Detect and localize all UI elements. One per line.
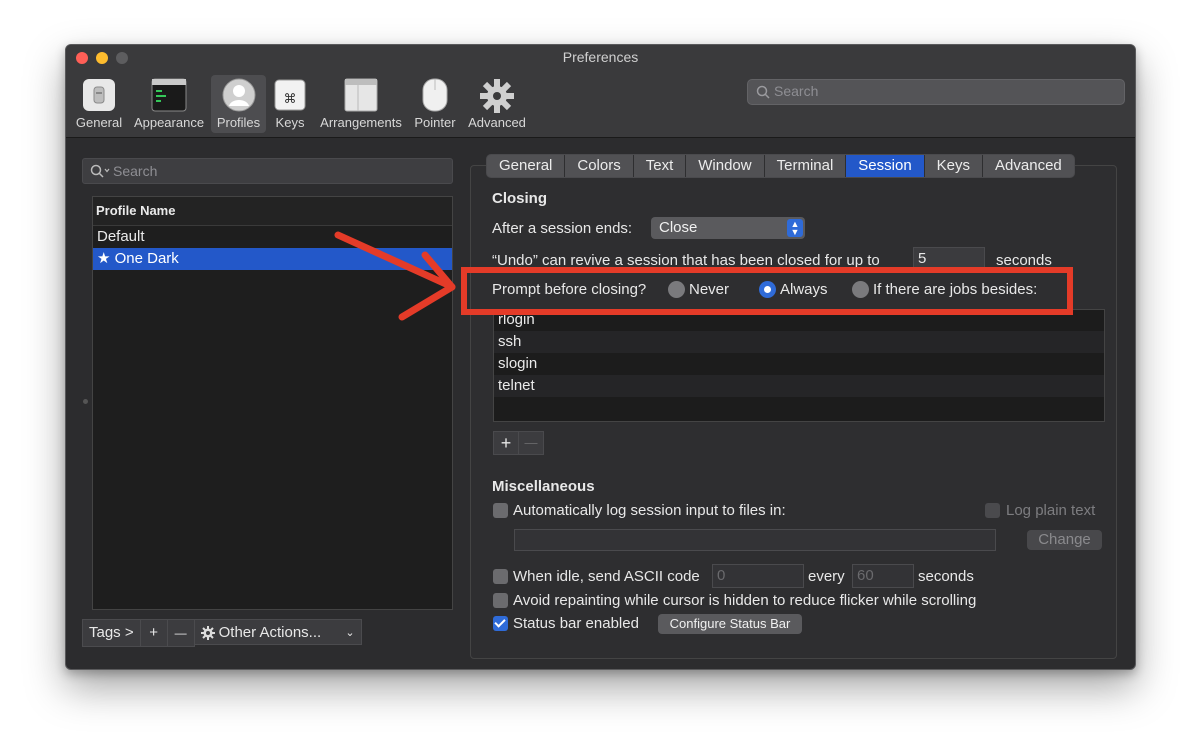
toolbar-profiles-label: Profiles (216, 115, 261, 130)
remove-job-button[interactable]: — (518, 431, 544, 455)
toolbar-keys-label: Keys (275, 115, 305, 130)
toolbar-general[interactable]: General (72, 75, 126, 133)
keys-command-icon: ⌘ (274, 79, 306, 111)
profile-tabs: General Colors Text Window Terminal Sess… (486, 154, 1075, 178)
other-actions-label: Other Actions... (218, 624, 322, 641)
toolbar-arrangements[interactable]: Arrangements (315, 75, 407, 133)
log-plain-text-label: Log plain text (1006, 502, 1096, 519)
after-session-select[interactable]: Close ▲ ▼ (651, 217, 805, 239)
status-bar-checkbox[interactable] (493, 616, 508, 631)
arrangements-icon (344, 78, 378, 112)
profile-list-header: Profile Name (93, 197, 452, 226)
autolog-checkbox[interactable] (493, 503, 508, 518)
toolbar-keys[interactable]: ⌘ Keys (270, 75, 310, 133)
toolbar-arrangements-label: Arrangements (320, 115, 402, 130)
status-bar-label: Status bar enabled (513, 615, 639, 632)
avoid-repaint-checkbox[interactable] (493, 593, 508, 608)
toolbar-pointer[interactable]: Pointer (411, 75, 459, 133)
log-plain-text-checkbox[interactable] (985, 503, 1000, 518)
profile-bottom-bar: Tags > + — Other Actions... ⌄ (82, 619, 362, 647)
closing-heading: Closing (492, 190, 547, 207)
preferences-search-placeholder: Search (774, 83, 819, 99)
general-switch-icon (83, 79, 115, 111)
search-icon (756, 85, 770, 99)
idle-code-field[interactable]: 0 (712, 564, 804, 588)
misc-heading: Miscellaneous (492, 478, 595, 495)
idle-checkbox[interactable] (493, 569, 508, 584)
configure-status-bar-button[interactable]: Configure Status Bar (658, 614, 802, 634)
tab-keys[interactable]: Keys (925, 155, 984, 177)
toolbar-general-label: General (75, 115, 123, 130)
chevron-down-icon: ⌄ (345, 627, 355, 639)
change-button[interactable]: Change (1027, 530, 1102, 550)
remove-profile-button[interactable]: — (166, 619, 195, 647)
toolbar-advanced[interactable]: Advanced (463, 75, 531, 133)
after-session-value: Close (659, 219, 698, 236)
tab-terminal[interactable]: Terminal (765, 155, 847, 177)
titlebar: Preferences General Appearance Profiles … (66, 45, 1135, 138)
pointer-mouse-icon (422, 78, 448, 112)
list-item[interactable]: ssh (494, 331, 1104, 353)
tab-window[interactable]: Window (686, 155, 765, 177)
every-seconds-label: seconds (918, 568, 974, 585)
add-job-button[interactable]: + (493, 431, 519, 455)
appearance-window-icon (151, 78, 187, 112)
toolbar-advanced-label: Advanced (468, 115, 526, 130)
jobs-list[interactable]: rlogin ssh slogin telnet (493, 309, 1105, 422)
window-title: Preferences (562, 49, 639, 65)
other-actions-button[interactable]: Other Actions... ⌄ (193, 619, 362, 645)
toolbar-profiles[interactable]: Profiles (211, 75, 266, 133)
toolbar-appearance[interactable]: Appearance (130, 75, 208, 133)
profiles-person-icon (222, 78, 255, 112)
profile-search-placeholder: Search (113, 163, 158, 179)
annotation-highlight-box (461, 267, 1073, 315)
add-profile-button[interactable]: + (139, 619, 168, 647)
every-label: every (808, 568, 845, 585)
tags-button[interactable]: Tags > (82, 619, 141, 647)
list-item[interactable]: telnet (494, 375, 1104, 397)
toolbar-appearance-label: Appearance (133, 115, 205, 130)
idle-label: When idle, send ASCII code (513, 568, 700, 585)
tab-session[interactable]: Session (846, 155, 925, 177)
preferences-window: Preferences General Appearance Profiles … (65, 44, 1136, 670)
tab-general[interactable]: General (487, 155, 566, 177)
search-icon (90, 164, 110, 178)
every-seconds-field[interactable]: 60 (852, 564, 914, 588)
svg-text:⌘: ⌘ (284, 92, 297, 107)
select-arrows-icon: ▲ ▼ (787, 219, 803, 237)
avoid-repaint-label: Avoid repainting while cursor is hidden … (513, 592, 977, 609)
profile-search-input[interactable]: Search (82, 158, 453, 184)
tab-text[interactable]: Text (634, 155, 687, 177)
autolog-label: Automatically log session input to files… (513, 502, 786, 519)
advanced-gear-icon (480, 79, 514, 113)
tab-advanced[interactable]: Advanced (983, 155, 1074, 177)
log-directory-field[interactable] (514, 529, 996, 551)
annotation-arrow-icon (334, 231, 456, 321)
list-item[interactable]: slogin (494, 353, 1104, 375)
preferences-search-input[interactable]: Search (747, 79, 1125, 105)
splitter-handle[interactable] (83, 399, 88, 404)
tab-colors[interactable]: Colors (565, 155, 634, 177)
after-session-label: After a session ends: (492, 220, 633, 237)
toolbar-pointer-label: Pointer (414, 115, 456, 130)
gear-icon (200, 626, 215, 640)
